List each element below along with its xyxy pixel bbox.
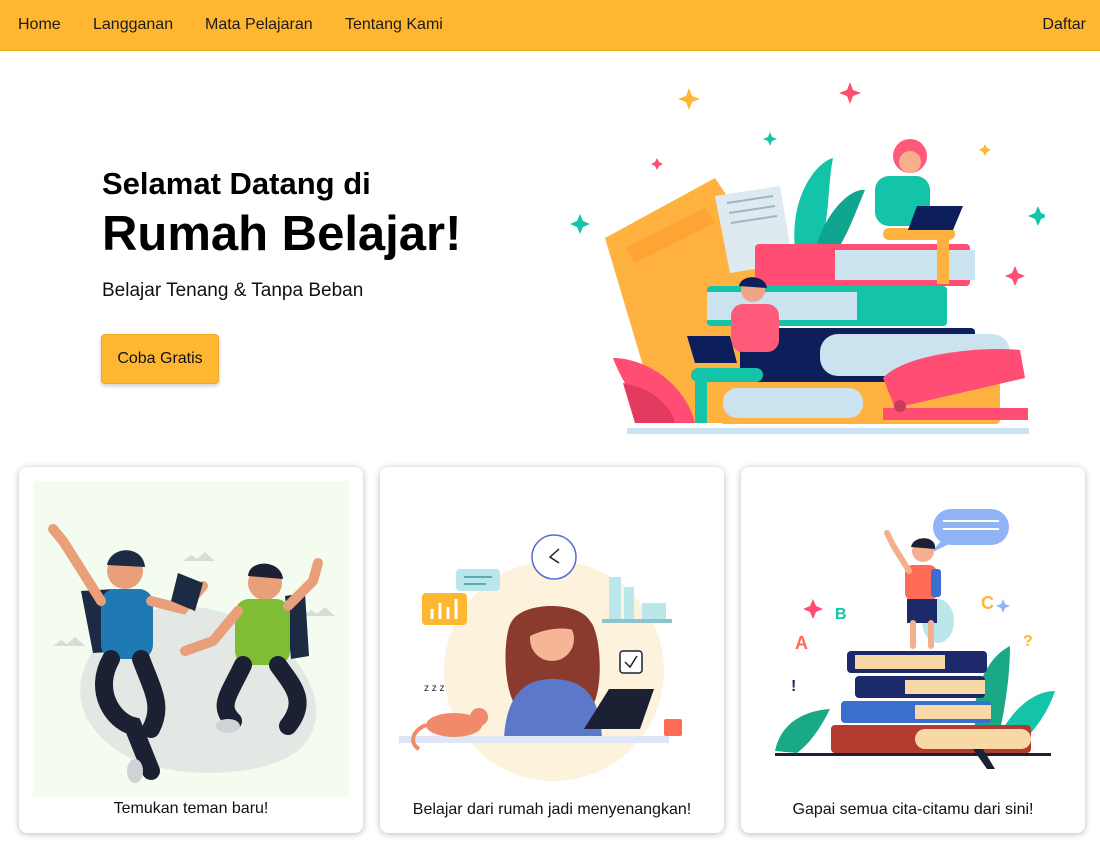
svg-text:z z z: z z z — [424, 683, 445, 694]
feature-card-goals: B A C ? ! Gapai semua cita-citamu dari s… — [741, 467, 1085, 833]
top-navbar: Home Langganan Mata Pelajaran Tentang Ka… — [0, 0, 1100, 51]
hero-title-line2: Rumah Belajar! — [102, 207, 462, 261]
nav-home-link[interactable]: Home — [18, 16, 61, 34]
study-from-home-illustration: z z z — [394, 481, 710, 797]
hero-books-illustration — [570, 82, 1045, 434]
nav-tentang-kami-link[interactable]: Tentang Kami — [345, 16, 443, 34]
jumping-friends-illustration — [33, 481, 349, 797]
feature-card-friends: Temukan teman baru! — [19, 467, 363, 833]
svg-text:A: A — [795, 633, 808, 653]
register-link[interactable]: Daftar — [1042, 16, 1086, 34]
svg-text:B: B — [835, 606, 847, 623]
nav-mata-pelajaran-link[interactable]: Mata Pelajaran — [205, 16, 313, 34]
svg-text:!: ! — [791, 678, 796, 695]
nav-langganan-link[interactable]: Langganan — [93, 16, 173, 34]
hero-subtitle: Belajar Tenang & Tanpa Beban — [102, 280, 364, 301]
card-caption: Temukan teman baru! — [113, 800, 269, 817]
svg-text:C: C — [981, 593, 994, 613]
hero-title-line1: Selamat Datang di — [102, 166, 371, 201]
svg-text:?: ? — [1023, 633, 1033, 650]
card-caption: Gapai semua cita-citamu dari sini! — [792, 801, 1034, 818]
feature-card-study-home: z z z Belajar dari rumah jadi menyenangk… — [380, 467, 724, 833]
card-caption: Belajar dari rumah jadi menyenangkan! — [412, 801, 692, 818]
reach-goals-illustration: B A C ? ! — [755, 481, 1071, 797]
try-free-button[interactable]: Coba Gratis — [101, 334, 219, 384]
